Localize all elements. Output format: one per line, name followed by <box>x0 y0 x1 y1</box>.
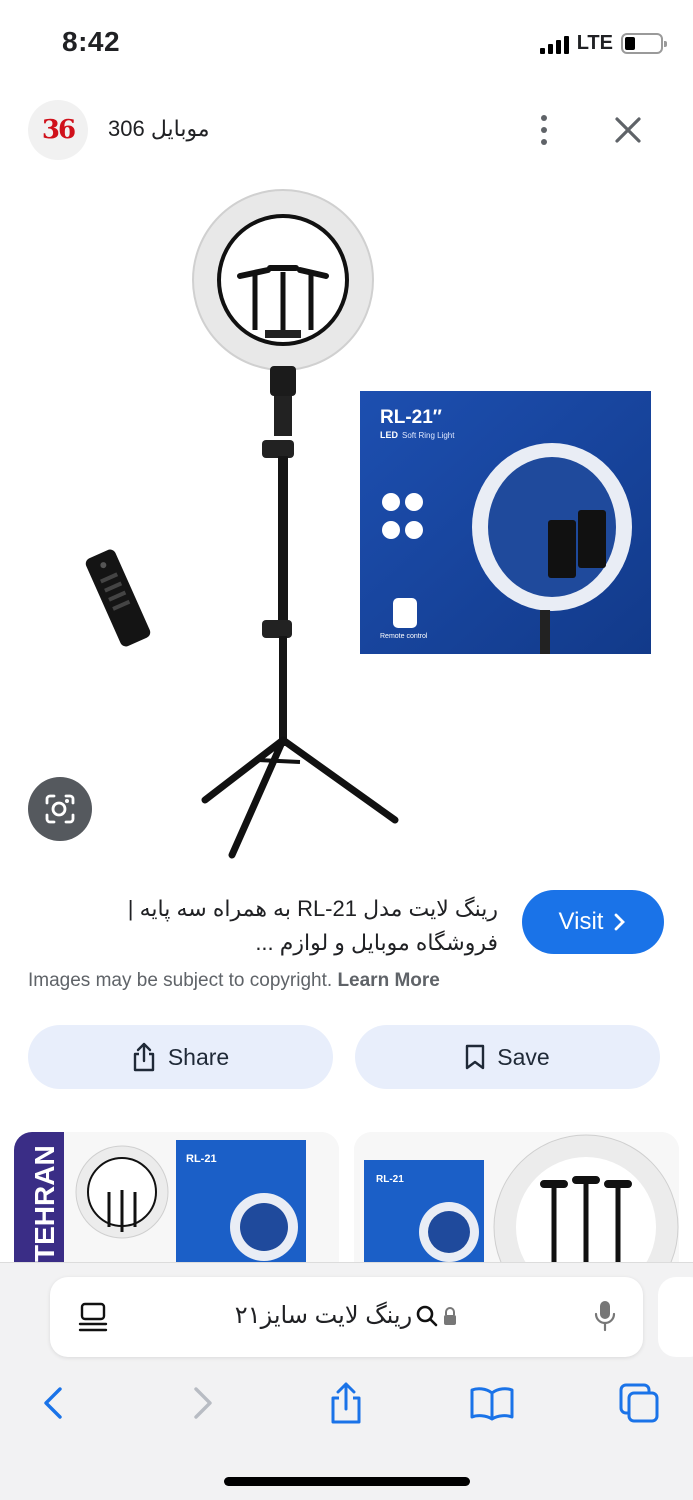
google-lens-button[interactable] <box>28 777 92 841</box>
back-icon[interactable] <box>28 1378 78 1428</box>
visit-button[interactable]: Visit <box>522 890 664 954</box>
next-tab-preview[interactable] <box>658 1277 693 1357</box>
forward-icon[interactable] <box>178 1378 228 1428</box>
microphone-icon[interactable] <box>593 1299 617 1333</box>
signal-icon <box>539 34 569 54</box>
status-time: 8:42 <box>62 26 121 57</box>
source-logo[interactable]: 36 <box>28 100 88 160</box>
close-icon[interactable] <box>606 108 650 152</box>
svg-text:RL-21: RL-21 <box>186 1153 217 1165</box>
source-name[interactable]: موبایل 306 <box>108 116 210 142</box>
svg-text:RL-21: RL-21 <box>376 1174 404 1185</box>
related-image-1[interactable]: TEHRAN RL-21 <box>14 1132 339 1267</box>
product-image[interactable]: RL-21″ LED Soft Ring Light Remote contro… <box>0 180 693 870</box>
address-text[interactable]: رینگ لایت سایز۲۱ <box>50 1301 643 1333</box>
status-bar: 8:42 LTE <box>0 0 693 90</box>
more-vert-icon[interactable] <box>526 106 562 154</box>
learn-more-link[interactable]: Learn More <box>337 970 439 991</box>
save-button[interactable]: Save <box>355 1025 660 1089</box>
network-type: LTE <box>576 32 613 54</box>
bookmark-icon <box>466 1044 485 1070</box>
status-indicators: LTE <box>539 32 667 55</box>
home-indicator[interactable] <box>224 1477 470 1486</box>
box-subtitle: Soft Ring Light <box>402 431 455 440</box>
thumb1-brand: TEHRAN <box>29 1145 60 1262</box>
bookmarks-icon[interactable] <box>467 1378 517 1428</box>
related-image-2[interactable]: RL-21 <box>354 1132 679 1267</box>
share-button[interactable]: Share <box>28 1025 333 1089</box>
address-bar[interactable]: رینگ لایت سایز۲۱ <box>50 1277 643 1357</box>
lens-icon <box>45 794 75 824</box>
copyright-notice: Images may be subject to copyright. Lear… <box>28 970 440 991</box>
search-icon <box>416 1305 438 1326</box>
box-brand: RL-21″ <box>380 407 442 428</box>
share-icon[interactable] <box>321 1378 371 1428</box>
source-header: 36 موبایل 306 <box>0 96 693 164</box>
result-title[interactable]: رینگ لایت مدل RL-21 به همراه سه پایه | ف… <box>28 892 498 960</box>
box-remote: Remote control <box>380 633 428 640</box>
tabs-icon[interactable] <box>614 1378 664 1428</box>
chevron-right-icon <box>615 913 626 931</box>
box-led: LED <box>380 430 399 440</box>
share-icon <box>133 1042 155 1072</box>
lock-icon <box>444 1306 457 1325</box>
battery-icon <box>621 33 667 54</box>
